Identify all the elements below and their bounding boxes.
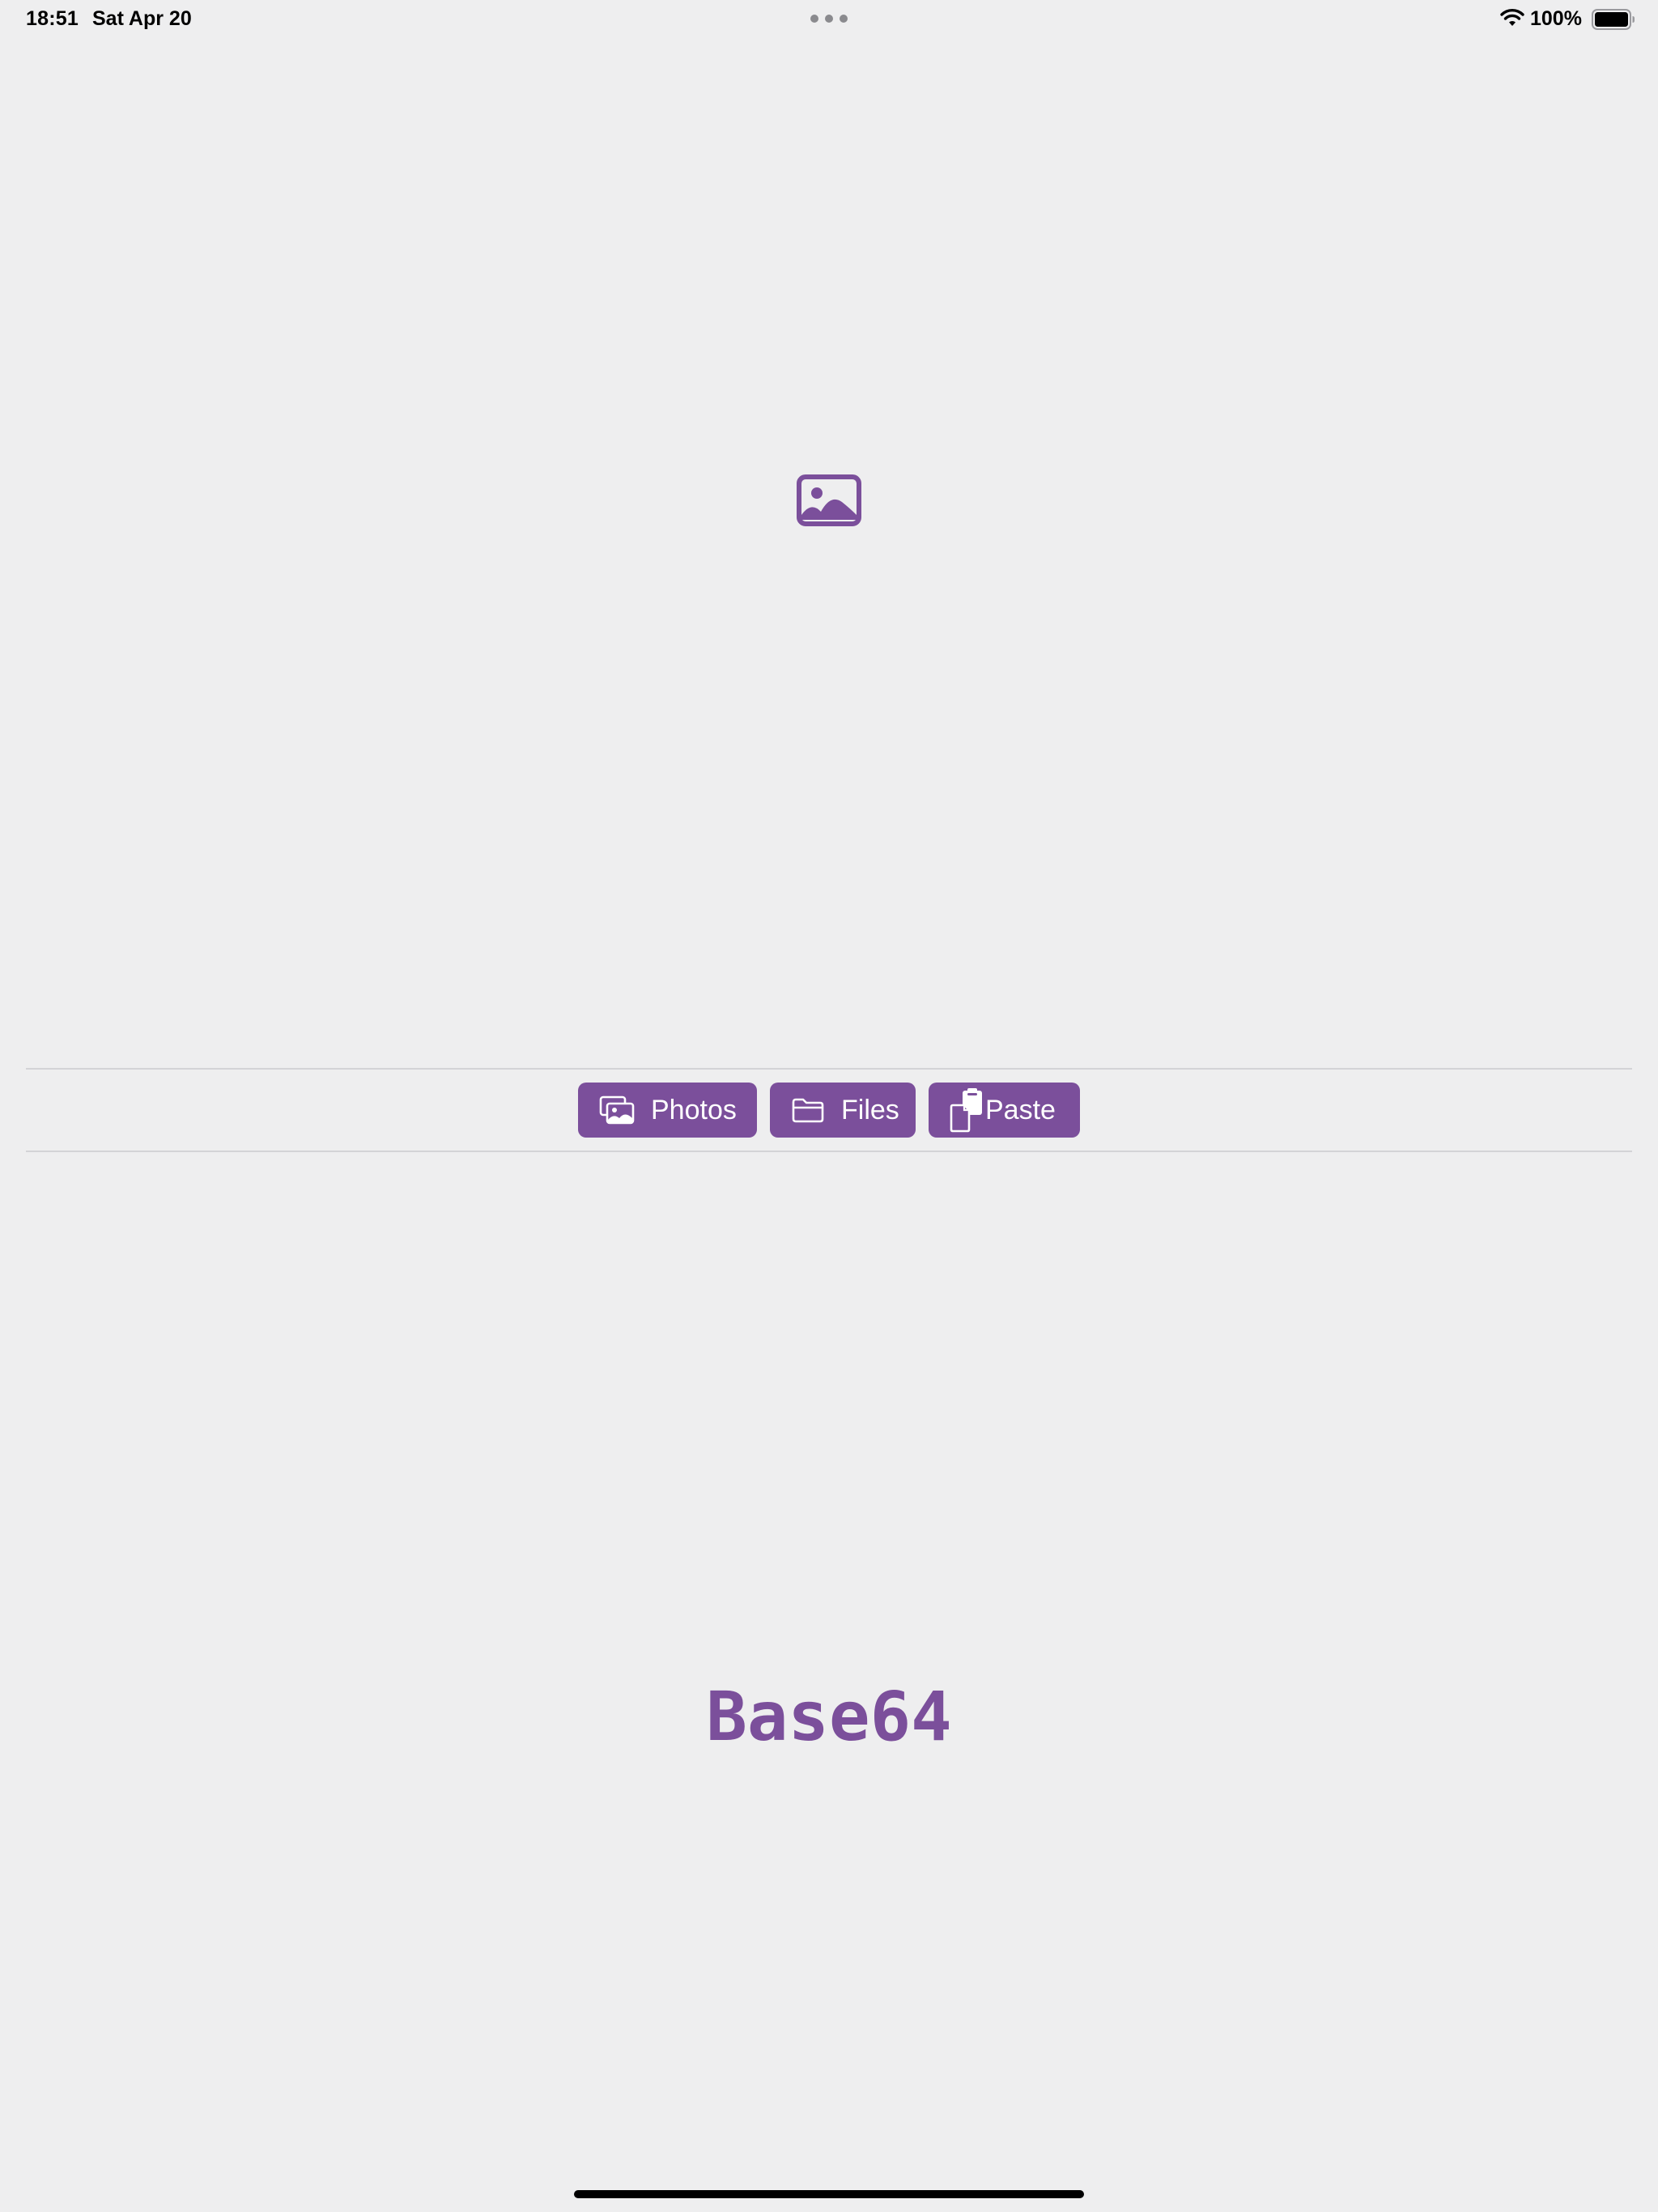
folder-icon	[792, 1098, 824, 1123]
status-bar: 18:51 Sat Apr 20 100%	[0, 0, 1658, 39]
app-title: Base64	[706, 1677, 952, 1756]
files-button[interactable]: Files	[770, 1083, 916, 1138]
paste-button-label: Paste	[985, 1095, 1056, 1125]
photo-icon[interactable]	[797, 474, 861, 526]
toolbar-top-divider	[26, 1068, 1632, 1070]
files-button-label: Files	[841, 1095, 899, 1125]
import-toolbar: Photos Files Paste	[0, 1083, 1658, 1138]
toolbar-bottom-divider	[26, 1151, 1632, 1152]
home-indicator[interactable]	[574, 2190, 1084, 2198]
wifi-icon	[1500, 9, 1524, 26]
status-date: Sat Apr 20	[92, 7, 192, 30]
photos-button[interactable]: Photos	[578, 1083, 757, 1138]
paste-button[interactable]: Paste	[929, 1083, 1080, 1138]
battery-percent: 100%	[1530, 7, 1582, 30]
photos-button-label: Photos	[651, 1095, 737, 1125]
battery-icon	[1592, 9, 1635, 30]
status-time: 18:51	[26, 7, 79, 30]
multitask-dots-icon[interactable]	[810, 14, 848, 23]
photo-stack-icon	[599, 1095, 635, 1125]
clipboard-icon	[950, 1088, 982, 1133]
